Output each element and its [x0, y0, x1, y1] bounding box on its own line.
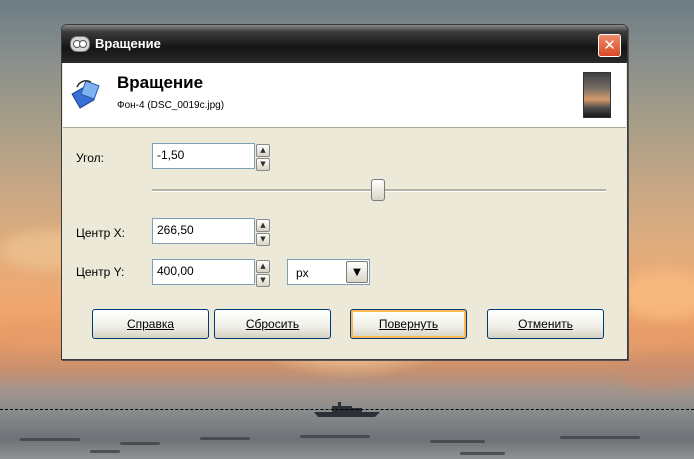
center-y-spin-buttons[interactable]: ▲ ▼	[256, 259, 270, 287]
spin-down-icon[interactable]: ▼	[256, 274, 270, 287]
image-thumbnail	[583, 72, 611, 118]
image-name: Фон-4 (DSC_0019c.jpg)	[117, 100, 225, 111]
rotate-tool-icon	[71, 80, 100, 109]
title-bar[interactable]: Вращение ✕	[62, 25, 627, 63]
angle-slider-handle[interactable]	[371, 179, 385, 201]
selection-guide-line	[0, 409, 694, 410]
angle-spin-buttons[interactable]: ▲ ▼	[256, 143, 270, 171]
angle-label: Угол:	[76, 151, 104, 165]
window-title: Вращение	[95, 36, 161, 51]
reset-button[interactable]: Сбросить	[214, 309, 331, 339]
center-x-input[interactable]: 266,50	[152, 218, 255, 244]
spin-down-icon[interactable]: ▼	[256, 233, 270, 246]
center-y-label: Центр Y:	[76, 265, 125, 279]
unit-dropdown[interactable]: px ▼	[287, 259, 370, 285]
spin-up-icon[interactable]: ▲	[256, 219, 270, 232]
ship-silhouette	[314, 402, 380, 417]
rotate-button[interactable]: Повернуть	[350, 309, 467, 339]
app-icon	[70, 36, 90, 52]
dialog-header: Вращение Фон-4 (DSC_0019c.jpg)	[63, 63, 626, 128]
angle-input[interactable]: -1,50	[152, 143, 255, 169]
center-x-spin-buttons[interactable]: ▲ ▼	[256, 218, 270, 246]
dialog-heading: Вращение	[117, 73, 204, 92]
unit-value: px	[296, 266, 309, 280]
help-button[interactable]: Справка	[92, 309, 209, 339]
rotate-dialog: Вращение ✕ Вращение Фон-4 (DSC_0019c.jpg…	[61, 24, 628, 360]
close-icon: ✕	[603, 36, 616, 54]
center-x-label: Центр X:	[76, 226, 126, 240]
spin-up-icon[interactable]: ▲	[256, 260, 270, 273]
chevron-down-icon[interactable]: ▼	[346, 261, 368, 283]
spin-down-icon[interactable]: ▼	[256, 158, 270, 171]
center-y-input[interactable]: 400,00	[152, 259, 255, 285]
cancel-button[interactable]: Отменить	[487, 309, 604, 339]
close-button[interactable]: ✕	[598, 34, 621, 57]
divider	[63, 295, 626, 296]
spin-up-icon[interactable]: ▲	[256, 144, 270, 157]
